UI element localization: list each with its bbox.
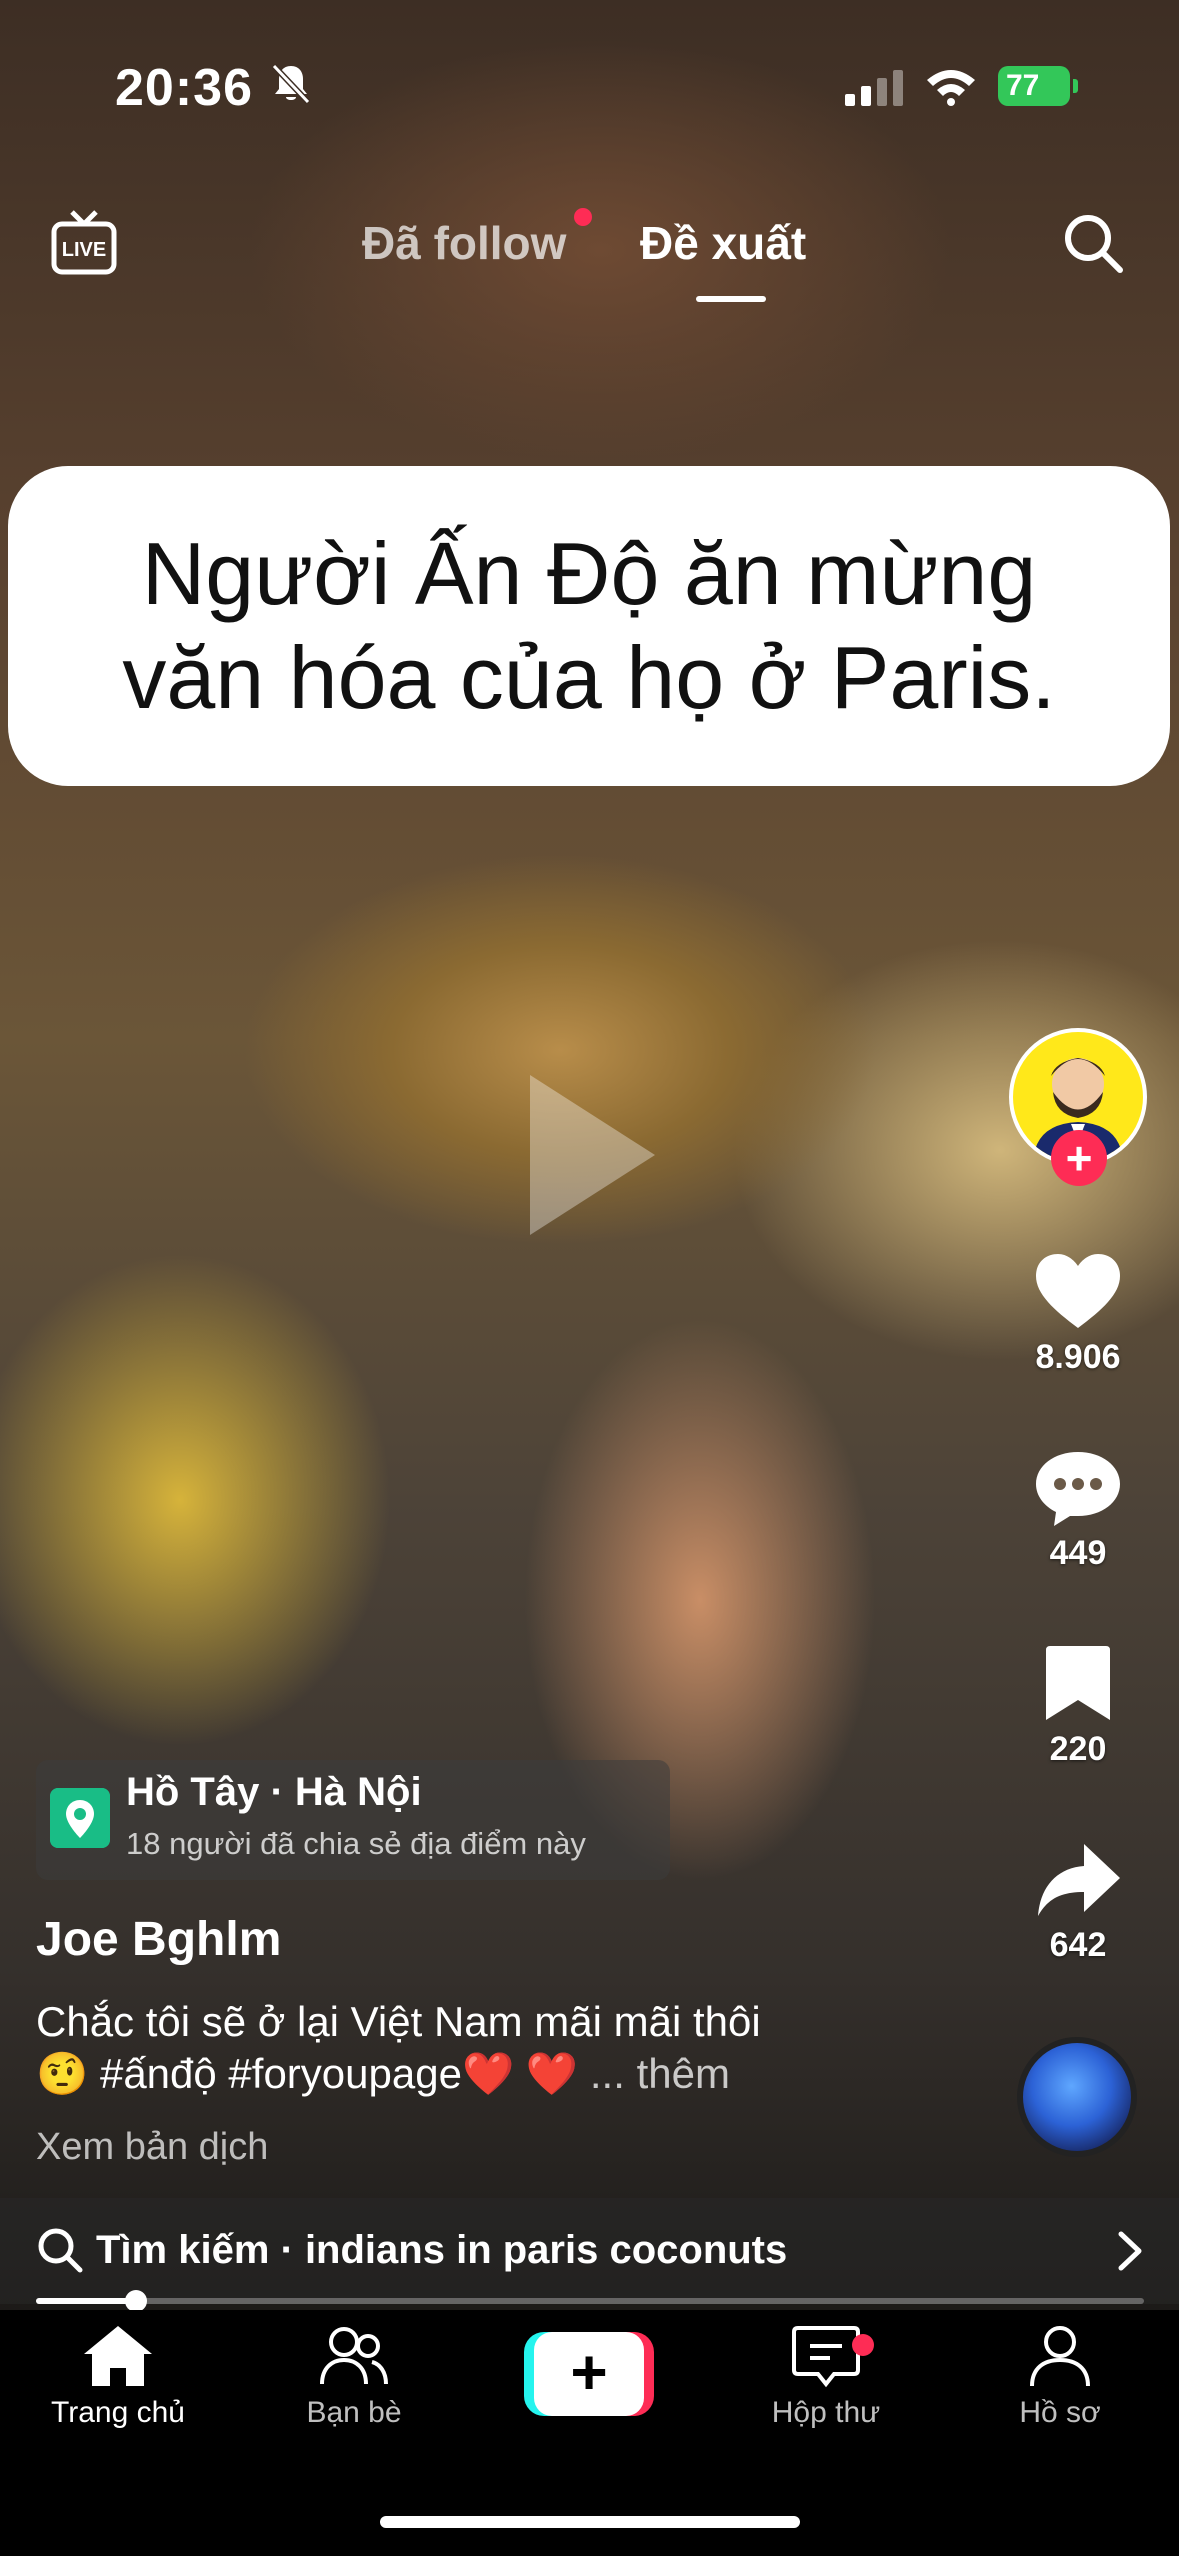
video-caption-card: Người Ấn Độ ăn mừng văn hóa của họ ở Par…: [8, 466, 1170, 786]
related-search-bar[interactable]: Tìm kiếm · indians in paris coconuts: [0, 2198, 1179, 2304]
video-progress-fill: [36, 2298, 136, 2304]
music-disc[interactable]: [1017, 2037, 1137, 2157]
nav-profile-label: Hồ sơ: [1019, 2396, 1101, 2429]
create-button[interactable]: +: [524, 2332, 654, 2416]
save-count: 220: [1049, 1730, 1107, 1768]
following-notification-dot: [574, 208, 592, 226]
wifi-icon: [927, 70, 975, 106]
like-button[interactable]: 8.906: [1009, 1252, 1147, 1377]
like-count: 8.906: [1035, 1338, 1121, 1376]
share-count: 642: [1049, 1926, 1107, 1964]
battery-icon: 77: [998, 66, 1078, 106]
nav-profile[interactable]: Hồ sơ: [960, 2324, 1160, 2430]
location-shared-count: 18 người đã chia sẻ địa điểm này: [126, 1826, 586, 1861]
battery-level: 77: [1006, 69, 1040, 102]
video-caption-line2: văn hóa của họ ở Paris.: [122, 628, 1056, 727]
share-button[interactable]: 642: [1009, 1840, 1147, 1965]
live-icon[interactable]: LIVE: [48, 208, 120, 280]
nav-inbox-label: Hộp thư: [771, 2396, 881, 2429]
nav-home-label: Trang chủ: [51, 2396, 185, 2429]
active-tab-indicator: [696, 296, 766, 302]
nav-home[interactable]: Trang chủ: [18, 2324, 218, 2430]
see-translation-link[interactable]: Xem bản dịch: [36, 2126, 268, 2169]
post-description-line1: Chắc tôi sẽ ở lại Việt Nam mãi mãi thôi: [36, 1998, 761, 2045]
inbox-icon: [792, 2326, 860, 2388]
comment-count: 449: [1049, 1534, 1107, 1572]
post-description-line2: 🤨 #ấnđộ #foryoupage❤️ ❤️: [36, 2050, 579, 2097]
chevron-right-icon: [1118, 2231, 1142, 2271]
search-icon[interactable]: [1060, 210, 1126, 276]
tab-following[interactable]: Đã follow: [362, 216, 566, 270]
creator-username[interactable]: Joe Bghlm: [36, 1912, 281, 1967]
play-icon[interactable]: [520, 1070, 660, 1240]
nav-friends-label: Bạn bè: [306, 2396, 402, 2429]
profile-icon: [1030, 2326, 1090, 2387]
nav-friends[interactable]: Bạn bè: [254, 2324, 454, 2430]
see-more-link[interactable]: ... thêm: [590, 2050, 730, 2097]
bookmark-icon: [1046, 1646, 1110, 1720]
comment-button[interactable]: 449: [1009, 1448, 1147, 1573]
location-name: Hồ Tây · Hà Nội: [126, 1770, 422, 1814]
live-label: LIVE: [62, 239, 106, 261]
heart-icon: [1036, 1254, 1120, 1328]
video-caption-line1: Người Ấn Độ ăn mừng: [141, 524, 1037, 623]
video-caption: Người Ấn Độ ăn mừng văn hóa của họ ở Par…: [122, 522, 1055, 730]
inbox-notification-dot: [852, 2334, 874, 2356]
search-icon: [38, 2228, 83, 2273]
video-progress-bar[interactable]: [36, 2290, 1144, 2312]
share-arrow-icon: [1038, 1844, 1120, 1916]
home-icon: [84, 2326, 152, 2386]
status-bar: 20:36 77: [0, 0, 1179, 170]
home-indicator: [380, 2516, 800, 2528]
nav-inbox[interactable]: Hộp thư: [726, 2324, 926, 2430]
location-pin-icon: [50, 1788, 110, 1848]
location-chip[interactable]: Hồ Tây · Hà Nội 18 người đã chia sẻ địa …: [36, 1760, 670, 1880]
signal-icon: [845, 70, 903, 106]
top-nav: LIVE Đã follow Đề xuất: [0, 200, 1179, 310]
video-progress-knob[interactable]: [124, 2290, 147, 2312]
bell-muted-icon: [271, 63, 311, 105]
plus-icon: +: [534, 2332, 644, 2416]
post-description[interactable]: Chắc tôi sẽ ở lại Việt Nam mãi mãi thôi …: [36, 1996, 856, 2100]
tab-for-you[interactable]: Đề xuất: [640, 216, 806, 270]
friends-icon: [320, 2327, 388, 2385]
save-button[interactable]: 220: [1009, 1644, 1147, 1769]
follow-plus-button[interactable]: +: [1051, 1130, 1107, 1186]
status-time: 20:36: [115, 59, 253, 117]
comment-icon: [1036, 1452, 1120, 1526]
related-search-text: Tìm kiếm · indians in paris coconuts: [96, 2228, 788, 2272]
